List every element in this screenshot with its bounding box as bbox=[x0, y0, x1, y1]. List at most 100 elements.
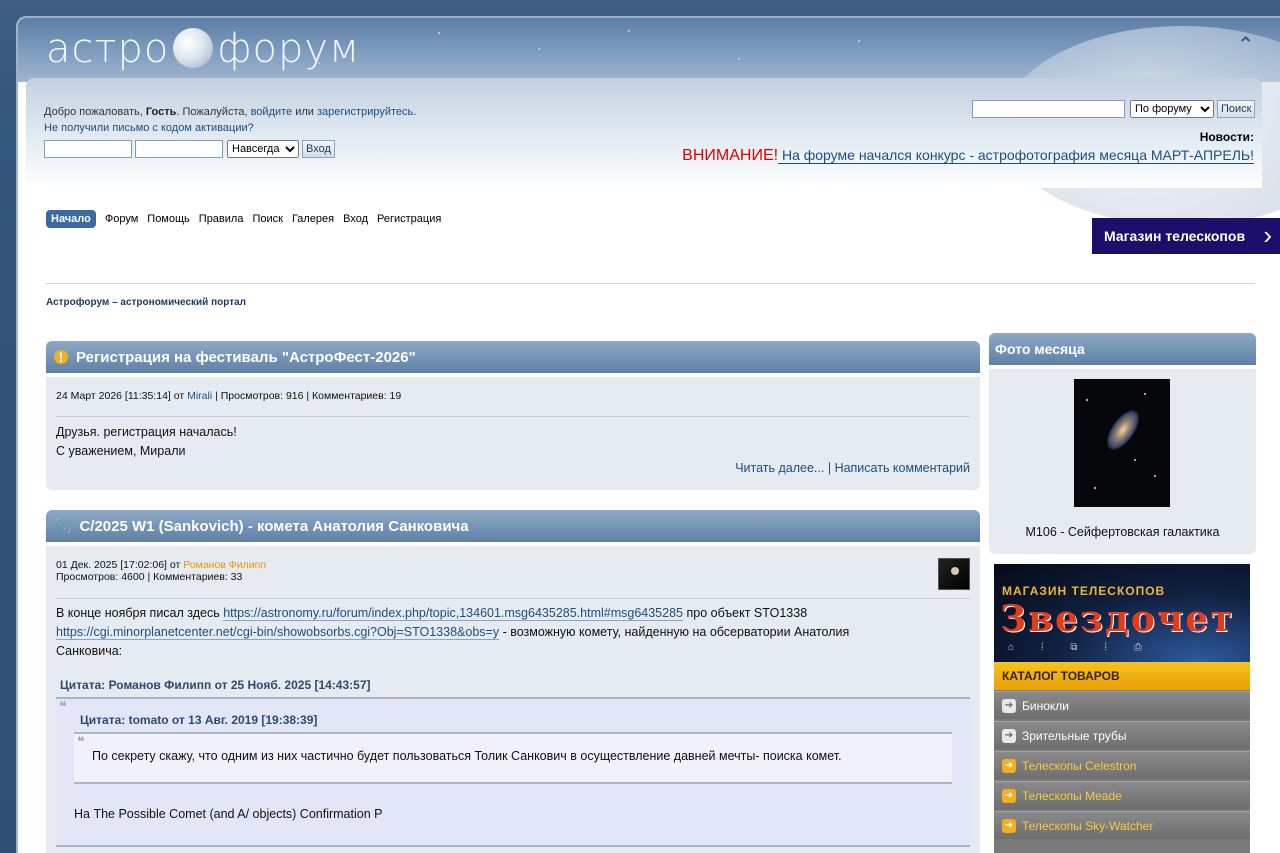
body-text: В конце ноября писал здесь bbox=[56, 606, 224, 620]
catalog-item[interactable]: ➔ Телескопы Meade bbox=[994, 781, 1250, 809]
quote-block: ❝ Цитата: tomato от 13 Авг. 2019 [19:38:… bbox=[56, 697, 970, 847]
catalog-header[interactable]: КАТАЛОГ ТОВАРОВ bbox=[994, 662, 1250, 690]
guest-name: Гость bbox=[145, 106, 177, 118]
body-line: С уважением, Мирали bbox=[56, 444, 186, 458]
separator: | bbox=[824, 461, 835, 475]
divider bbox=[56, 598, 970, 599]
menu-item-rules[interactable]: Правила bbox=[199, 213, 244, 225]
catalog-item[interactable]: ➔ Телескопы Celestron bbox=[994, 751, 1250, 779]
nested-quote-text: По секрету скажу, что одним из них части… bbox=[92, 749, 842, 763]
news-link[interactable]: На форуме начался конкурс - астрофотогра… bbox=[778, 147, 1254, 164]
photo-of-month-window: M106 - Сейфертовская галактика bbox=[989, 369, 1256, 554]
catalog-item-label: Телескопы Sky-Watcher bbox=[1022, 818, 1154, 833]
catalog-item-label: Бинокли bbox=[1022, 698, 1069, 713]
topic-stats: | Просмотров: 916 | Комментариев: 19 bbox=[212, 390, 402, 402]
topic-date: 24 Март 2026 [11:35:14] от bbox=[56, 390, 188, 402]
topic-window: 01 Дек. 2025 [17:02:06] от Романов Филип… bbox=[46, 546, 980, 853]
shop-advert-header[interactable]: МАГАЗИН ТЕЛЕСКОПОВ Звездочет ⌂ ⁞ ⧉ ⁞ ⎙ bbox=[994, 564, 1250, 662]
catalog-item-label: Телескопы Meade bbox=[1022, 788, 1122, 803]
topic-window: 24 Март 2026 [11:35:14] от Mirali | Прос… bbox=[46, 377, 980, 490]
news-label: Новости: bbox=[1199, 130, 1254, 144]
catalog-item-label: Телескопы Celestron bbox=[1022, 758, 1137, 773]
register-link[interactable]: зарегистрируйтесь bbox=[317, 106, 413, 118]
shop-advert[interactable]: МАГАЗИН ТЕЛЕСКОПОВ Звездочет ⌂ ⁞ ⧉ ⁞ ⎙ К… bbox=[994, 564, 1250, 853]
menu-item-help[interactable]: Помощь bbox=[147, 213, 190, 225]
welcome-suffix: . Пожалуйста, bbox=[176, 106, 251, 118]
session-duration-select[interactable]: Навсегда bbox=[227, 140, 299, 158]
telescope-shop-label: Магазин телескопов bbox=[1104, 228, 1246, 244]
nested-quote-block: ❝ По секрету скажу, что одним из них час… bbox=[74, 732, 952, 784]
menu-item-login[interactable]: Вход bbox=[343, 213, 368, 225]
forum-link[interactable]: https://astronomy.ru/forum/index.php/top… bbox=[223, 606, 683, 621]
news-line: ВНИМАНИЕ! На форуме начался конкурс - ас… bbox=[682, 147, 1254, 165]
write-comment-link[interactable]: Написать комментарий bbox=[835, 461, 970, 475]
search-input[interactable] bbox=[972, 100, 1125, 118]
arrow-right-icon: ➔ bbox=[1002, 758, 1016, 773]
menu-item-gallery[interactable]: Галерея bbox=[292, 213, 334, 225]
body-line: Друзья. регистрация началась! bbox=[56, 425, 237, 439]
search-scope-select[interactable]: По форуму bbox=[1130, 100, 1214, 118]
topic-title-bar: 📎 C/2025 W1 (Sankovich) - комета Анатоли… bbox=[46, 510, 980, 542]
catalog-item[interactable]: ➔ Бинокли bbox=[994, 691, 1250, 719]
breadcrumb[interactable]: Астрофорум – астрономический портал bbox=[46, 297, 246, 308]
shop-nav-icons[interactable]: ⌂ ⁞ ⧉ ⁞ ⎙ bbox=[1008, 642, 1154, 653]
arrow-right-icon: ➔ bbox=[1002, 698, 1016, 713]
quote-header[interactable]: Цитата: Романов Филипп от 25 Нояб. 2025 … bbox=[60, 678, 370, 692]
search-button[interactable]: Поиск bbox=[1217, 100, 1256, 118]
shop-name-logo: Звездочет bbox=[1000, 598, 1235, 640]
telescope-shop-button[interactable]: Магазин телескопов › bbox=[1092, 218, 1280, 254]
welcome-prefix: Добро пожаловать, bbox=[44, 106, 146, 118]
topic-title-bar: ! Регистрация на фестиваль "АстроФест-20… bbox=[46, 341, 980, 373]
arrow-right-icon: ➔ bbox=[1002, 818, 1016, 833]
topic-author-link[interactable]: Mirali bbox=[187, 390, 212, 402]
quote-mark-icon: ❝ bbox=[77, 734, 85, 750]
topic-title[interactable]: Регистрация на фестиваль "АстроФест-2026… bbox=[76, 349, 416, 366]
arrow-right-icon: ➔ bbox=[1002, 788, 1016, 803]
avatar[interactable] bbox=[938, 558, 970, 590]
activation-text[interactable]: Не получили письмо с кодом активации? bbox=[44, 122, 254, 134]
menu-item-forum[interactable]: Форум bbox=[105, 213, 138, 225]
site-logo[interactable]: астро форум bbox=[46, 26, 360, 72]
page-wrapper: астро форум ⌃ Добро пожаловать, Гость. По… bbox=[16, 16, 1280, 853]
photo-caption[interactable]: M106 - Сейфертовская галактика bbox=[989, 525, 1256, 539]
shop-tagline: МАГАЗИН ТЕЛЕСКОПОВ bbox=[1002, 584, 1166, 598]
nested-quote-header[interactable]: Цитата: tomato от 13 Авг. 2019 [19:38:39… bbox=[80, 713, 317, 727]
paperclip-icon: 📎 bbox=[54, 517, 72, 534]
topic-body: В конце ноября писал здесь https://astro… bbox=[56, 604, 966, 661]
menu-item-home[interactable]: Начало bbox=[46, 210, 96, 228]
collapse-icon[interactable]: ⌃ bbox=[1237, 32, 1254, 57]
topic-meta: 01 Дек. 2025 [17:02:06] от Романов Филип… bbox=[56, 559, 266, 583]
topic-actions: Читать далее... | Написать комментарий bbox=[735, 461, 970, 475]
topic-meta: 24 Март 2026 [11:35:14] от Mirali | Прос… bbox=[56, 390, 401, 402]
catalog-item[interactable]: ➔ Телескопы Sky-Watcher bbox=[994, 811, 1250, 839]
welcome-text: Добро пожаловать, Гость. Пожалуйста, вой… bbox=[44, 106, 416, 118]
topic-stats: Просмотров: 4600 | Комментариев: 33 bbox=[56, 571, 243, 583]
logo-text-left: астро bbox=[46, 26, 170, 72]
period: . bbox=[413, 106, 417, 118]
topic-title[interactable]: C/2025 W1 (Sankovich) - комета Анатолия … bbox=[79, 518, 468, 535]
body-text: Санковича: bbox=[56, 644, 123, 658]
news-warning: ВНИМАНИЕ! bbox=[682, 147, 779, 164]
username-field[interactable] bbox=[44, 140, 132, 158]
topic-author-link[interactable]: Романов Филипп bbox=[183, 559, 266, 571]
quote-mark-icon: ❝ bbox=[59, 699, 67, 715]
exclamation-icon: ! bbox=[54, 350, 68, 364]
menu-item-register[interactable]: Регистрация bbox=[377, 213, 441, 225]
arrow-right-icon: ➔ bbox=[1002, 728, 1016, 743]
catalog-item[interactable]: ➔ Зрительные трубы bbox=[994, 721, 1250, 749]
activation-link[interactable]: Не получили письмо с кодом активации? bbox=[44, 122, 254, 134]
password-field[interactable] bbox=[135, 140, 223, 158]
topic-body: Друзья. регистрация началась! С уважение… bbox=[56, 423, 237, 461]
read-more-link[interactable]: Читать далее... bbox=[735, 461, 824, 475]
login-link[interactable]: войдите bbox=[251, 106, 293, 118]
catalog-item-label: Зрительные трубы bbox=[1022, 728, 1127, 743]
top-banner: астро форум ⌃ bbox=[18, 18, 1280, 226]
login-button[interactable]: Вход bbox=[302, 140, 335, 158]
quote-text: На The Possible Comet (and A/ objects) C… bbox=[74, 807, 383, 821]
mpc-link[interactable]: https://cgi.minorplanetcenter.net/cgi-bi… bbox=[56, 625, 500, 640]
or-text: или bbox=[292, 106, 317, 118]
galaxy-photo[interactable] bbox=[1074, 379, 1170, 507]
photo-of-month-title: Фото месяца bbox=[989, 333, 1256, 365]
chevron-right-icon: › bbox=[1263, 220, 1272, 250]
menu-item-search[interactable]: Поиск bbox=[252, 213, 282, 225]
